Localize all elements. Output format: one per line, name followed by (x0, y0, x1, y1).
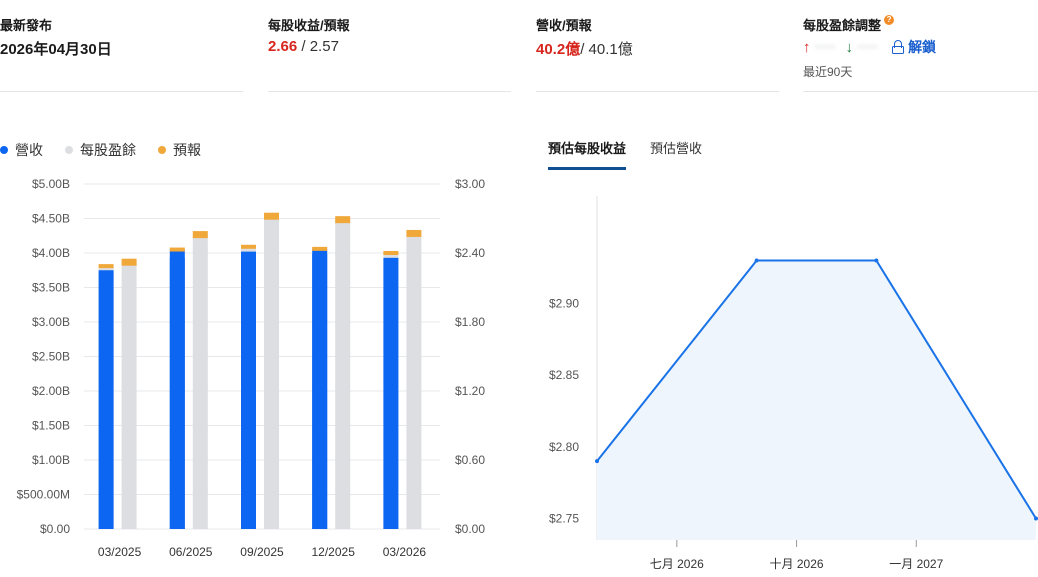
bar-revenue-forecast-marker (241, 244, 256, 249)
eps-values: 2.66 / 2.57 (268, 38, 339, 55)
legend-label: 預報 (173, 142, 201, 158)
bar-eps-forecast-marker (192, 231, 208, 239)
lock-icon[interactable] (892, 40, 905, 54)
bar-revenue (383, 257, 399, 529)
x-tick-label: 03/2025 (98, 545, 142, 559)
revenue-forecast: 40.1億 (588, 41, 633, 58)
bar-revenue (98, 270, 114, 529)
y-right-tick-label: $0.60 (455, 453, 485, 467)
y-right-tick-label: $1.20 (455, 384, 485, 398)
bar-eps (264, 216, 279, 529)
blurred-value: ~~~ (857, 40, 879, 54)
y-left-tick-label: $4.50B (32, 212, 70, 226)
x-tick-label: 03/2026 (383, 545, 427, 559)
data-point (1034, 516, 1038, 521)
tab-eps-forecast[interactable]: 預估每股收益 (548, 138, 627, 170)
legend-swatch (0, 146, 8, 154)
stat-eps-revisions: 每股盈餘調整? ↑ ~~~ ↓ ~~~ 解鎖 最近90天 (803, 0, 1038, 92)
y-tick-label: $2.80 (549, 440, 579, 454)
release-date: 2026年04月30日 (0, 41, 112, 58)
info-icon[interactable]: ? (884, 15, 895, 25)
stat-label: 最新發布 (0, 18, 53, 33)
x-tick-label: 09/2025 (240, 545, 284, 559)
y-left-tick-label: $5.00B (32, 177, 70, 191)
y-right-tick-label: $2.40 (455, 246, 485, 260)
data-point (754, 258, 759, 263)
y-right-tick-label: $0.00 (455, 522, 485, 536)
bar-revenue-forecast-marker (383, 251, 399, 255)
bar-eps (406, 233, 422, 529)
chart-legend: 營收 每股盈餘 預報 (0, 140, 201, 160)
y-left-tick-label: $0.00 (40, 522, 70, 536)
revisions-label: 每股盈餘調整 (803, 18, 882, 33)
bar-eps (335, 219, 351, 529)
area-chart: $2.75 $2.80 $2.85 $2.90 七月 2026 十月 2026 一月 202… (549, 196, 1038, 571)
bar-revenue (169, 257, 185, 529)
legend-label: 每股盈餘 (80, 142, 136, 158)
bar-revenue (241, 251, 256, 529)
stat-label: 每股收益/預報 (268, 18, 350, 33)
bar-eps-forecast-marker (406, 229, 422, 237)
revisions-period: 最近90天 (803, 65, 853, 79)
legend-item-forecast[interactable]: 預報 (158, 140, 201, 160)
bar-revenue (312, 253, 328, 529)
bar-eps (192, 234, 208, 529)
tab-revenue-forecast[interactable]: 預估營收 (650, 138, 702, 170)
blurred-value: ~~~ (814, 40, 836, 54)
unlock-link[interactable]: 解鎖 (908, 37, 936, 57)
forecast-tabs: 預估每股收益 預估營收 (548, 138, 702, 170)
revisions-row: ↑ ~~~ ↓ ~~~ 解鎖 (803, 37, 936, 57)
y-left-tick-label: $1.50B (32, 419, 70, 433)
legend-item-eps[interactable]: 每股盈餘 (65, 140, 136, 160)
y-right-tick-label: $3.00 (455, 177, 485, 191)
x-tick-label: 十月 2026 (770, 557, 824, 571)
bar-revenue-forecast-marker (312, 246, 328, 251)
arrow-down-icon: ↓ (845, 38, 854, 56)
y-tick-label: $2.90 (549, 297, 579, 311)
legend-label: 營收 (15, 142, 43, 158)
y-tick-label: $2.75 (549, 512, 579, 526)
stat-label: 營收/預報 (536, 18, 592, 33)
bar-eps-forecast-marker (121, 258, 137, 266)
y-left-tick-label: $4.00B (32, 246, 70, 260)
x-tick-label: 06/2025 (169, 545, 213, 559)
bar-eps-forecast-marker (335, 216, 351, 224)
data-point (874, 258, 879, 263)
stat-label: 每股盈餘調整? (803, 15, 895, 34)
x-tick-label: 一月 2027 (889, 557, 943, 571)
y-left-tick-label: $1.00B (32, 453, 70, 467)
stat-revenue: 營收/預報 40.2億/ 40.1億 (536, 0, 779, 92)
bar-revenue-forecast-marker (98, 264, 114, 269)
x-tick-label: 12/2025 (312, 545, 356, 559)
y-left-tick-label: $2.00B (32, 384, 70, 398)
bar-eps-forecast-marker (264, 212, 279, 220)
bar-revenue-forecast-marker (169, 247, 185, 252)
bar-eps (121, 262, 137, 529)
y-left-tick-label: $2.50B (32, 350, 70, 364)
legend-swatch (158, 146, 166, 154)
legend-item-revenue[interactable]: 營收 (0, 140, 43, 160)
y-left-tick-label: $500.00M (17, 488, 70, 502)
x-tick-label: 七月 2026 (650, 557, 704, 571)
eps-actual: 2.66 (268, 38, 298, 55)
y-right-tick-label: $1.80 (455, 315, 485, 329)
y-left-tick-label: $3.50B (32, 281, 70, 295)
area-fill (597, 260, 1036, 540)
legend-swatch (65, 146, 73, 154)
eps-separator: / (297, 38, 310, 55)
revenue-actual: 40.2億 (536, 41, 581, 58)
y-tick-label: $2.85 (549, 368, 579, 382)
eps-forecast: 2.57 (309, 38, 339, 55)
stat-eps: 每股收益/預報 2.66 / 2.57 (268, 0, 511, 92)
stat-latest-release: 最新發布 2026年04月30日 (0, 0, 243, 92)
y-left-tick-label: $3.00B (32, 315, 70, 329)
revenue-values: 40.2億/ 40.1億 (536, 38, 633, 59)
bar-chart: $0.00 $500.00M $1.00B $1.50B $2.00B $2.50B $3.… (17, 177, 486, 559)
revenue-separator: / (580, 41, 589, 58)
arrow-up-icon: ↑ (803, 38, 811, 56)
data-point (595, 459, 599, 464)
